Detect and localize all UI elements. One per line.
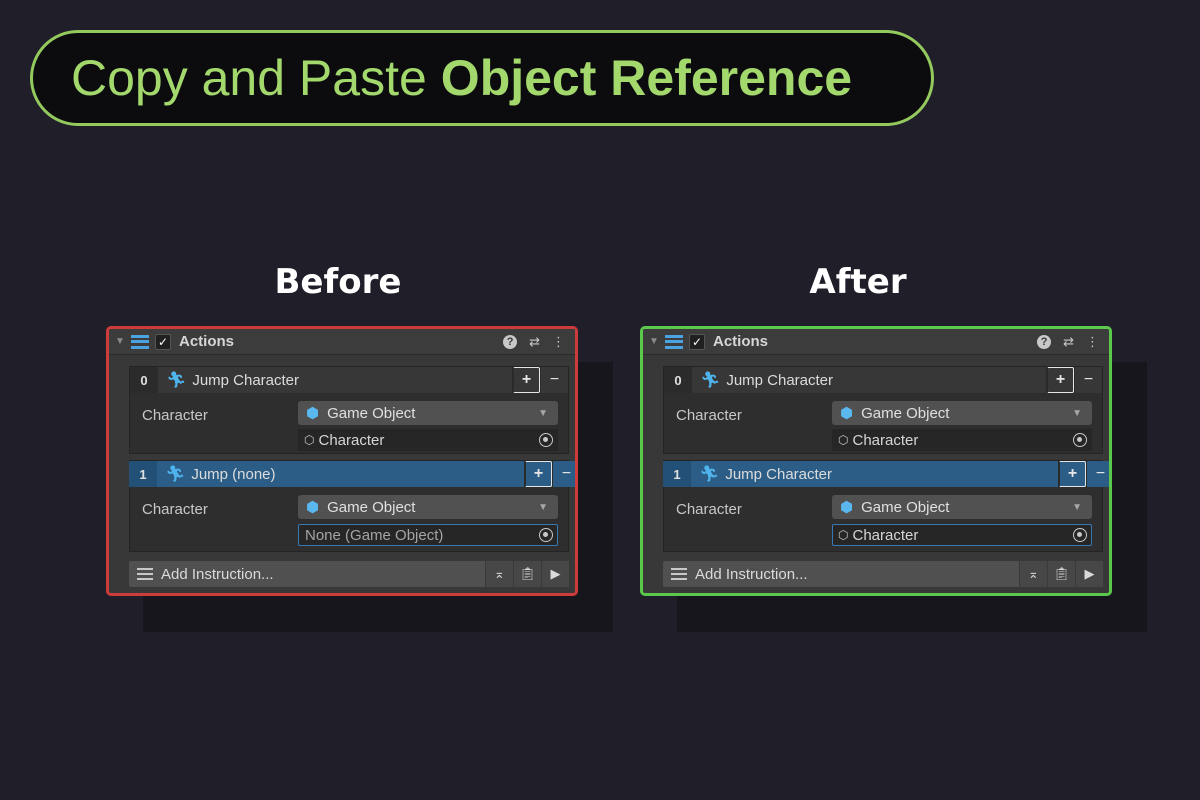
dropdown-value: Game Object bbox=[861, 498, 950, 516]
cube-icon: ⬢ bbox=[840, 499, 854, 516]
paste-icon[interactable]: 📋︎ bbox=[1047, 561, 1075, 587]
object-value: Character bbox=[852, 526, 919, 544]
actions-title: Actions bbox=[179, 333, 235, 350]
object-field[interactable]: None (Game Object) bbox=[298, 524, 558, 546]
type-dropdown[interactable]: ⬢ Game Object ▼ bbox=[832, 401, 1092, 425]
chevron-down-icon: ▼ bbox=[1072, 501, 1082, 513]
remove-button[interactable]: − bbox=[1086, 461, 1109, 487]
runner-icon: 🏃︎ bbox=[700, 372, 721, 389]
presets-icon[interactable]: ⇄ bbox=[529, 334, 540, 350]
help-icon[interactable]: ? bbox=[503, 334, 518, 349]
presets-icon[interactable]: ⇄ bbox=[1063, 334, 1074, 350]
object-icon: ⬡ bbox=[838, 528, 849, 542]
field-label: Character bbox=[142, 407, 208, 424]
object-value: Character bbox=[318, 431, 385, 449]
dropdown-value: Game Object bbox=[327, 498, 416, 516]
actions-panel-after: ▼ ✓ Actions ? ⇄ ⋮ 0 🏃︎ Jump Character + … bbox=[640, 326, 1112, 596]
collapse-arrow-icon[interactable]: ▼ bbox=[115, 336, 127, 347]
list-icon bbox=[131, 334, 149, 349]
runner-icon: 🏃︎ bbox=[699, 466, 720, 483]
enabled-checkbox[interactable]: ✓ bbox=[155, 333, 171, 350]
dropdown-value: Game Object bbox=[327, 404, 416, 422]
actions-panel-before: ▼ ✓ Actions ? ⇄ ⋮ 0 🏃︎ Jump Character + … bbox=[106, 326, 578, 596]
dropdown-value: Game Object bbox=[861, 404, 950, 422]
instruction-item: 1 🏃︎ Jump Character + − Character ⬢ Game… bbox=[663, 460, 1109, 552]
add-instruction-bar[interactable]: Add Instruction... ⌅ 📋︎ ▶ bbox=[663, 561, 1103, 587]
object-value: Character bbox=[852, 431, 919, 449]
chevron-down-icon: ▼ bbox=[1072, 407, 1082, 419]
chevron-down-icon: ▼ bbox=[538, 407, 548, 419]
object-picker-icon[interactable] bbox=[539, 433, 553, 447]
title-banner: Copy and Paste Object Reference bbox=[30, 30, 934, 126]
add-instruction-label: Add Instruction... bbox=[695, 565, 808, 583]
chevron-down-icon: ▼ bbox=[538, 501, 548, 513]
instruction-index: 1 bbox=[663, 461, 691, 487]
remove-button[interactable]: − bbox=[552, 461, 575, 487]
enabled-checkbox[interactable]: ✓ bbox=[689, 333, 705, 350]
instruction-name: Jump Character bbox=[192, 371, 300, 389]
add-below-button[interactable]: + bbox=[524, 461, 552, 487]
runner-icon: 🏃︎ bbox=[166, 372, 187, 389]
cube-icon: ⬢ bbox=[306, 405, 320, 422]
type-dropdown[interactable]: ⬢ Game Object ▼ bbox=[298, 495, 558, 519]
object-picker-icon[interactable] bbox=[1073, 528, 1087, 542]
instruction-item: 1 🏃︎ Jump (none) + − Character ⬢ Game Ob… bbox=[129, 460, 575, 552]
play-icon[interactable]: ▶ bbox=[1075, 561, 1103, 587]
more-menu-icon[interactable]: ⋮ bbox=[552, 334, 565, 350]
instruction-name: Jump (none) bbox=[191, 465, 276, 483]
title-bold: Object Reference bbox=[440, 50, 853, 106]
cube-icon: ⬢ bbox=[840, 405, 854, 422]
type-dropdown[interactable]: ⬢ Game Object ▼ bbox=[832, 495, 1092, 519]
type-dropdown[interactable]: ⬢ Game Object ▼ bbox=[298, 401, 558, 425]
object-field[interactable]: ⬡ Character bbox=[298, 429, 558, 451]
instruction-row[interactable]: 0 🏃︎ Jump Character + − bbox=[130, 367, 568, 393]
list-icon bbox=[665, 334, 683, 349]
actions-header: ▼ ✓ Actions ? ⇄ ⋮ bbox=[109, 329, 575, 355]
list-icon bbox=[671, 568, 687, 580]
instruction-row[interactable]: 0 🏃︎ Jump Character + − bbox=[664, 367, 1102, 393]
before-label: Before bbox=[274, 262, 402, 302]
actions-title: Actions bbox=[713, 333, 769, 350]
instruction-name: Jump Character bbox=[725, 465, 833, 483]
object-picker-icon[interactable] bbox=[539, 528, 553, 542]
field-label: Character bbox=[676, 501, 742, 518]
instruction-row-selected[interactable]: 1 🏃︎ Jump Character + − bbox=[663, 461, 1109, 487]
instruction-item: 0 🏃︎ Jump Character + − Character ⬢ Game… bbox=[129, 366, 569, 454]
instruction-index: 1 bbox=[129, 461, 157, 487]
help-icon[interactable]: ? bbox=[1037, 334, 1052, 349]
remove-button[interactable]: − bbox=[540, 367, 568, 393]
add-instruction-label: Add Instruction... bbox=[161, 565, 274, 583]
object-value: None (Game Object) bbox=[305, 526, 444, 544]
after-label: After bbox=[809, 262, 907, 302]
collapse-all-icon[interactable]: ⌅ bbox=[485, 561, 513, 587]
play-icon[interactable]: ▶ bbox=[541, 561, 569, 587]
field-label: Character bbox=[142, 501, 208, 518]
more-menu-icon[interactable]: ⋮ bbox=[1086, 334, 1099, 350]
title-regular: Copy and Paste bbox=[71, 50, 427, 106]
instruction-item: 0 🏃︎ Jump Character + − Character ⬢ Game… bbox=[663, 366, 1103, 454]
runner-icon: 🏃︎ bbox=[165, 466, 186, 483]
instruction-index: 0 bbox=[130, 367, 158, 393]
add-below-button[interactable]: + bbox=[1046, 367, 1074, 393]
paste-icon[interactable]: 📋︎ bbox=[513, 561, 541, 587]
object-field[interactable]: ⬡ Character bbox=[832, 524, 1092, 546]
add-instruction-bar[interactable]: Add Instruction... ⌅ 📋︎ ▶ bbox=[129, 561, 569, 587]
object-field[interactable]: ⬡ Character bbox=[832, 429, 1092, 451]
collapse-arrow-icon[interactable]: ▼ bbox=[649, 336, 661, 347]
object-picker-icon[interactable] bbox=[1073, 433, 1087, 447]
remove-button[interactable]: − bbox=[1074, 367, 1102, 393]
object-icon: ⬡ bbox=[304, 433, 315, 447]
instruction-index: 0 bbox=[664, 367, 692, 393]
add-below-button[interactable]: + bbox=[1058, 461, 1086, 487]
instruction-row-selected[interactable]: 1 🏃︎ Jump (none) + − bbox=[129, 461, 575, 487]
object-icon: ⬡ bbox=[838, 433, 849, 447]
collapse-all-icon[interactable]: ⌅ bbox=[1019, 561, 1047, 587]
cube-icon: ⬢ bbox=[306, 499, 320, 516]
list-icon bbox=[137, 568, 153, 580]
instruction-name: Jump Character bbox=[726, 371, 834, 389]
actions-header: ▼ ✓ Actions ? ⇄ ⋮ bbox=[643, 329, 1109, 355]
field-label: Character bbox=[676, 407, 742, 424]
add-below-button[interactable]: + bbox=[512, 367, 540, 393]
